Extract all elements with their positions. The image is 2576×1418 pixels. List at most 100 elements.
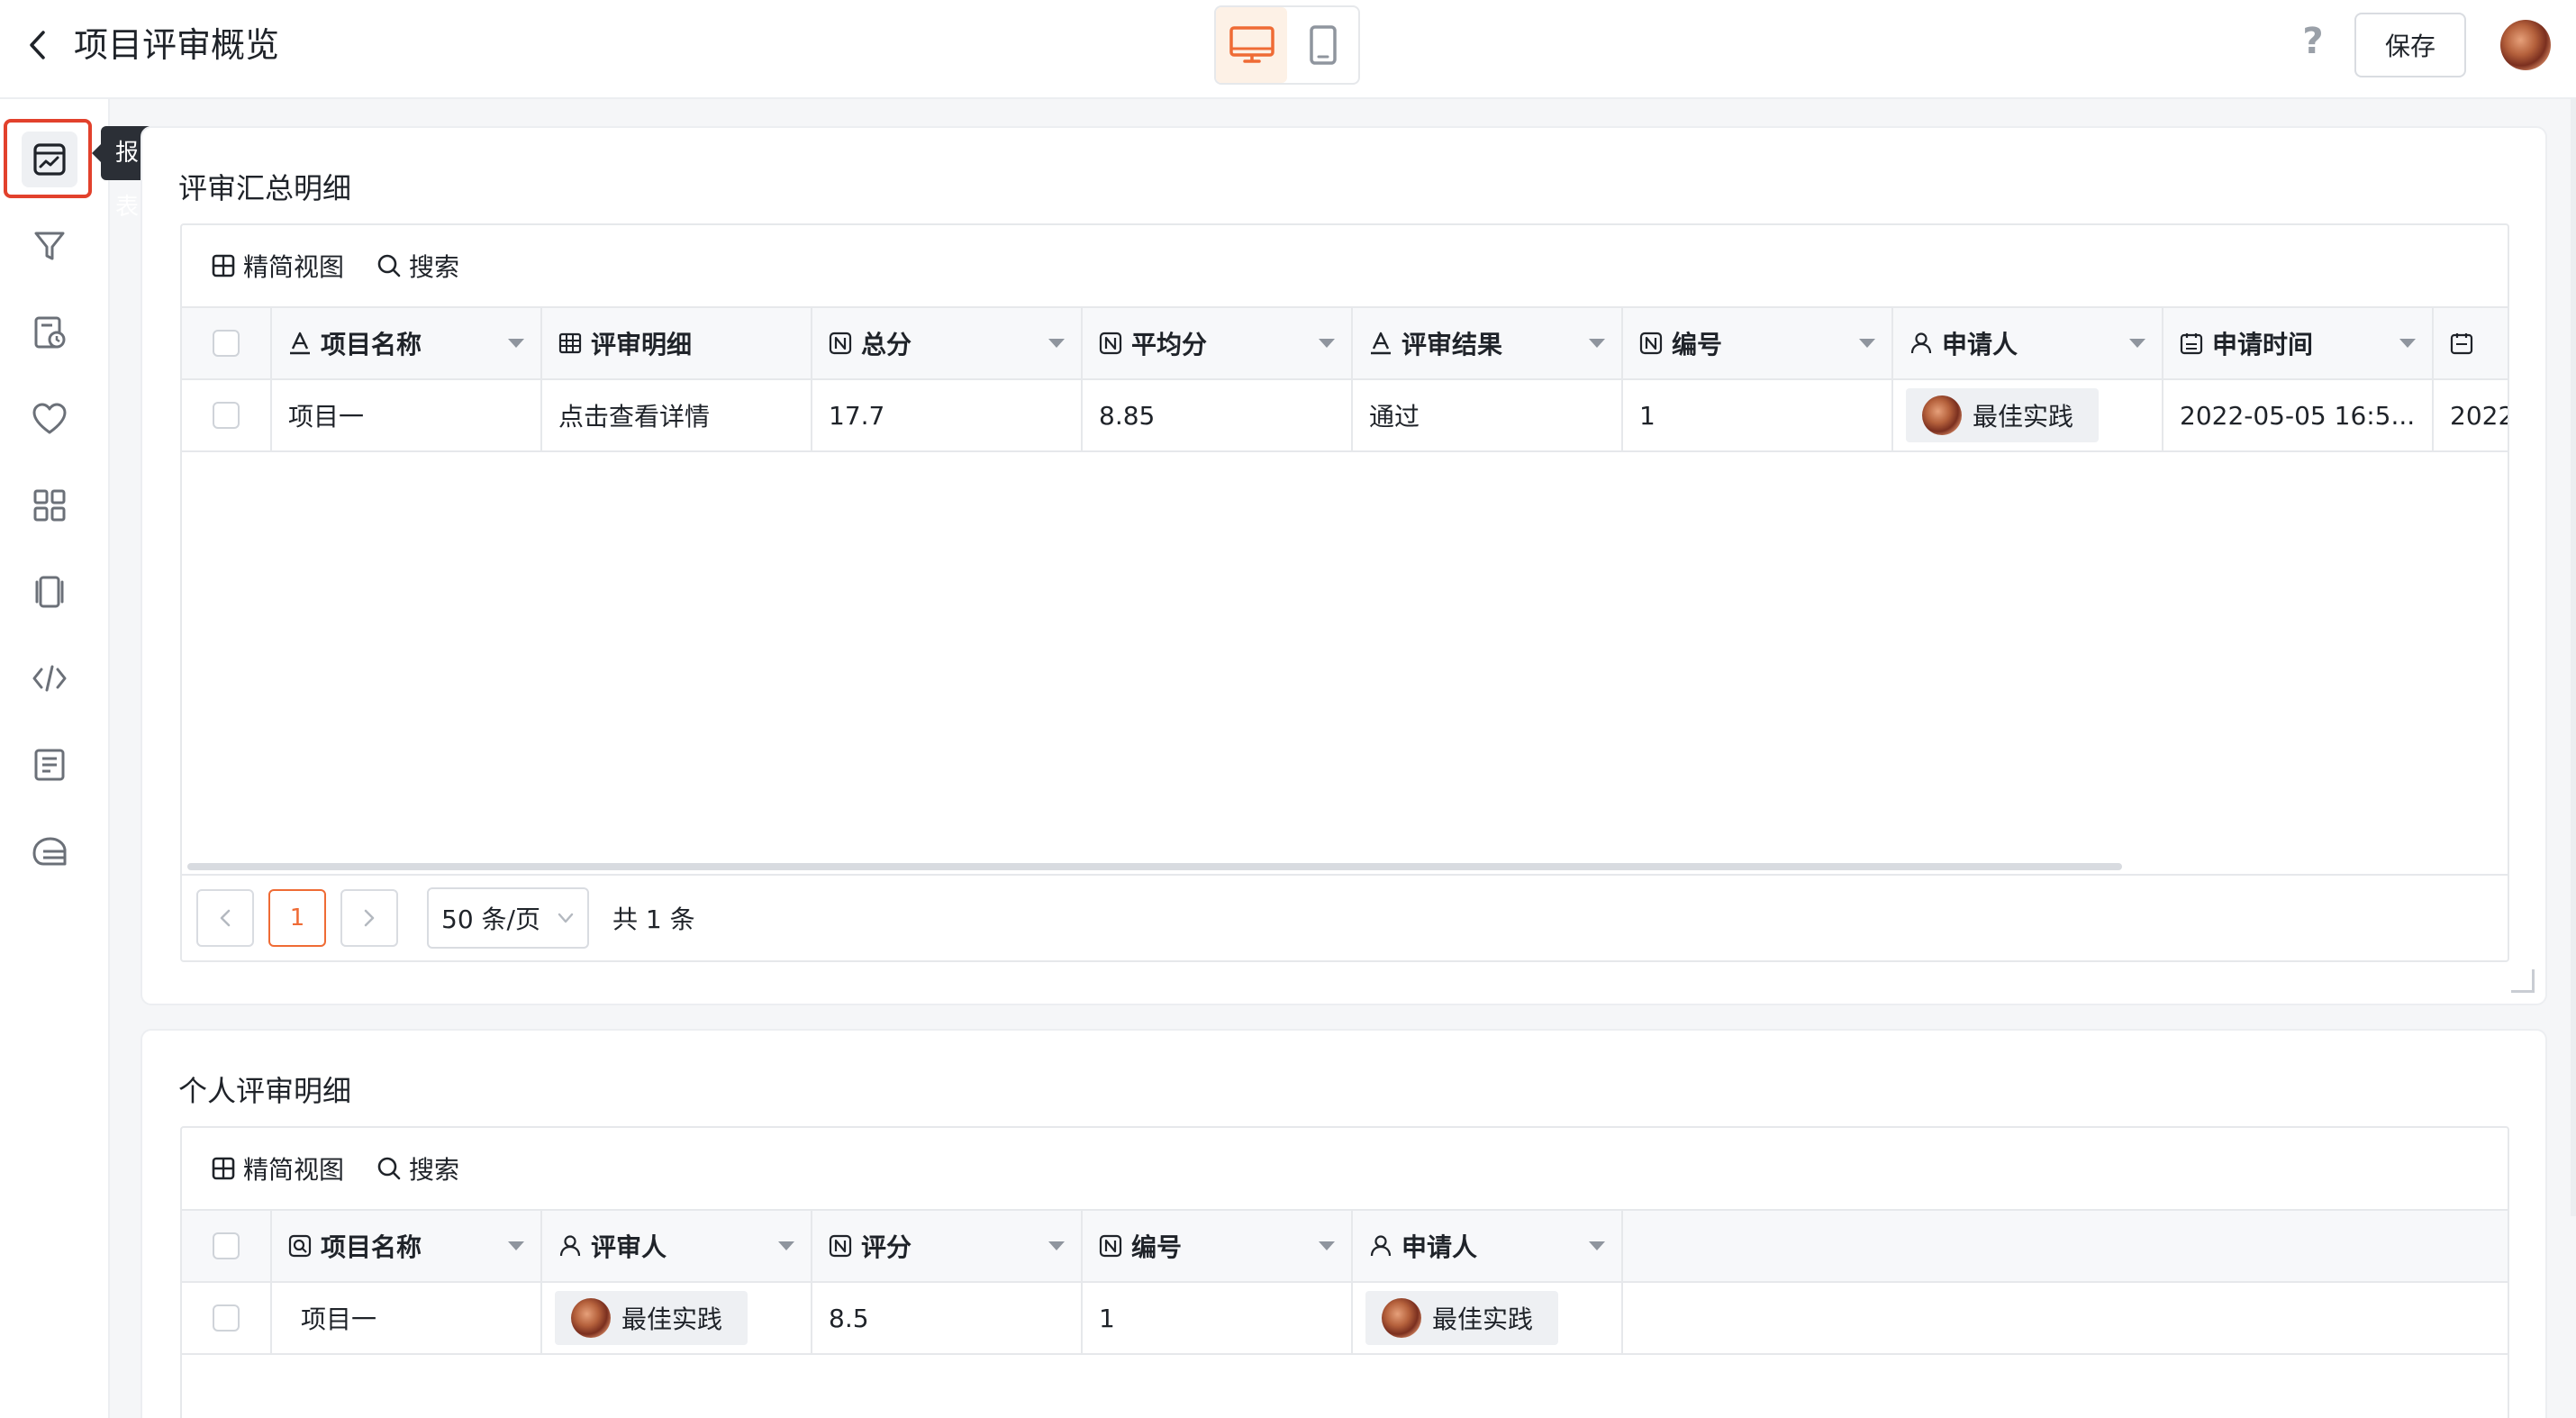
page-size-value: 50 条/页	[441, 904, 540, 934]
user-chip[interactable]: 最佳实践	[555, 1291, 748, 1345]
mobile-view-button[interactable]	[1287, 7, 1358, 83]
page-number-button[interactable]: 1	[268, 889, 326, 947]
search-label: 搜索	[409, 252, 460, 282]
column-header-score[interactable]: 评分	[812, 1211, 1083, 1281]
select-all-checkbox[interactable]	[213, 1232, 240, 1259]
cell-project[interactable]: 项目一	[272, 1283, 542, 1353]
rail-item-carousel[interactable]	[22, 564, 77, 620]
compact-view-label: 精简视图	[243, 1155, 345, 1185]
column-menu-caret[interactable]	[2129, 339, 2145, 348]
cell-apply-time[interactable]: 2022-05-05 16:5...	[2163, 380, 2434, 450]
rail-item-code[interactable]	[22, 650, 77, 706]
select-all-checkbox[interactable]	[213, 330, 240, 357]
column-header-detail[interactable]: 评审明细	[542, 308, 812, 378]
column-header-applicant[interactable]: 申请人	[1893, 308, 2163, 378]
cell-total[interactable]: 17.7	[812, 380, 1083, 450]
page-size-select[interactable]: 50 条/页	[427, 887, 589, 949]
number-field-icon	[1639, 332, 1663, 355]
compact-view-label: 精简视图	[243, 252, 345, 282]
summary-title: 评审汇总明细	[178, 171, 352, 205]
column-label: 项目名称	[321, 1232, 422, 1262]
grid-icon	[33, 489, 66, 522]
column-header-total[interactable]: 总分	[812, 308, 1083, 378]
cell-average[interactable]: 8.85	[1083, 380, 1353, 450]
column-menu-caret[interactable]	[1048, 1241, 1065, 1250]
column-header-result[interactable]: 评审结果	[1353, 308, 1623, 378]
column-menu-caret[interactable]	[778, 1241, 794, 1250]
column-menu-caret[interactable]	[508, 339, 524, 348]
cell-reviewer[interactable]: 最佳实践	[542, 1283, 812, 1353]
user-avatar[interactable]	[2500, 20, 2551, 70]
rail-item-favorite[interactable]	[22, 391, 77, 447]
column-menu-caret[interactable]	[1048, 339, 1065, 348]
prev-page-button[interactable]	[196, 889, 254, 947]
search-button[interactable]: 搜索	[376, 248, 459, 284]
column-label: 平均分	[1131, 330, 1208, 359]
column-menu-caret[interactable]	[1589, 339, 1605, 348]
column-label: 评审明细	[591, 330, 693, 359]
column-header-project[interactable]: 项目名称	[272, 1211, 542, 1281]
column-label: 总分	[861, 330, 912, 359]
table-row[interactable]: 项目一 最佳实践 8.5 1 最佳实践	[182, 1283, 2508, 1355]
column-menu-caret[interactable]	[2399, 339, 2416, 348]
column-menu-caret[interactable]	[508, 1241, 524, 1250]
search-button[interactable]: 搜索	[376, 1150, 459, 1186]
column-header-number[interactable]: 编号	[1623, 308, 1893, 378]
column-label: 评审人	[591, 1232, 667, 1262]
summary-card: 评审汇总明细 精简视图 搜索 项目名称 评审明细 总分 平均分 评审结果 编号 …	[141, 126, 2547, 1005]
mobile-icon	[1309, 25, 1337, 65]
rail-item-filter[interactable]	[22, 218, 77, 274]
select-all-cell	[182, 308, 272, 378]
column-header-average[interactable]: 平均分	[1083, 308, 1353, 378]
column-menu-caret[interactable]	[1859, 339, 1875, 348]
column-menu-caret[interactable]	[1589, 1241, 1605, 1250]
help-icon[interactable]: ?	[2295, 20, 2331, 63]
cell-detail-link[interactable]: 点击查看详情	[542, 380, 812, 450]
column-header-apply-time[interactable]: 申请时间	[2163, 308, 2434, 378]
rail-item-document[interactable]	[22, 737, 77, 793]
cell-result[interactable]: 通过	[1353, 380, 1623, 450]
row-checkbox[interactable]	[213, 402, 240, 429]
cell-score[interactable]: 8.5	[812, 1283, 1083, 1353]
user-chip[interactable]: 最佳实践	[1906, 388, 2100, 442]
column-header-reviewer[interactable]: 评审人	[542, 1211, 812, 1281]
row-checkbox[interactable]	[213, 1304, 240, 1332]
resize-handle[interactable]	[2511, 969, 2535, 993]
column-menu-caret[interactable]	[1319, 339, 1335, 348]
rail-item-calendar[interactable]	[22, 305, 77, 360]
column-menu-caret[interactable]	[1319, 1241, 1335, 1250]
cell-applicant[interactable]: 最佳实践	[1893, 380, 2163, 450]
cell-number[interactable]: 1	[1623, 380, 1893, 450]
top-header: 项目评审概览 ? 保存	[0, 0, 2576, 99]
compact-view-button[interactable]: 精简视图	[211, 248, 344, 284]
horizontal-scrollbar[interactable]	[187, 863, 2122, 870]
table-layout-icon	[212, 254, 235, 277]
search-label: 搜索	[409, 1155, 460, 1185]
avatar	[571, 1298, 611, 1338]
compact-view-button[interactable]: 精简视图	[211, 1150, 344, 1186]
column-header-number[interactable]: 编号	[1083, 1211, 1353, 1281]
next-page-button[interactable]	[340, 889, 398, 947]
page-scrollbar[interactable]	[2571, 99, 2576, 1216]
column-label: 评审结果	[1401, 330, 1503, 359]
column-header-extra[interactable]	[2434, 308, 2508, 378]
table-row[interactable]: 项目一 点击查看详情 17.7 8.85 通过 1 最佳实践 2022-05-0…	[182, 380, 2508, 452]
back-button[interactable]	[20, 23, 56, 67]
person-field-icon	[1910, 332, 1932, 354]
column-header-project[interactable]: 项目名称	[272, 308, 542, 378]
cell-number[interactable]: 1	[1083, 1283, 1353, 1353]
rail-item-report[interactable]	[22, 132, 77, 187]
column-label: 申请时间	[2212, 330, 2314, 359]
user-chip[interactable]: 最佳实践	[1365, 1291, 1559, 1345]
column-header-applicant[interactable]: 申请人	[1353, 1211, 1623, 1281]
rail-item-grid[interactable]	[22, 477, 77, 533]
cell-extra[interactable]: 2022	[2434, 380, 2508, 450]
cell-project[interactable]: 项目一	[272, 380, 542, 450]
chevron-right-icon	[364, 909, 375, 927]
rail-item-inbox[interactable]	[22, 823, 77, 879]
search-icon	[377, 1157, 401, 1180]
desktop-view-button[interactable]	[1216, 7, 1287, 83]
save-button[interactable]: 保存	[2354, 13, 2466, 77]
text-field-icon	[1371, 332, 1391, 355]
cell-applicant[interactable]: 最佳实践	[1353, 1283, 1623, 1353]
